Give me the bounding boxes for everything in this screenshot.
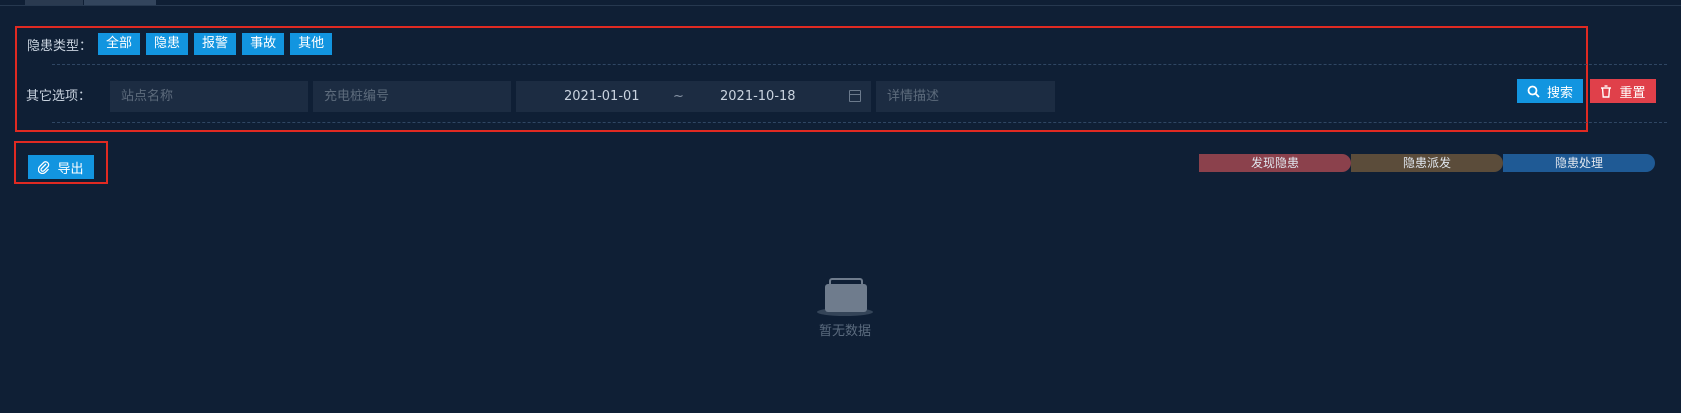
type-filter-row: 隐患类型： 全部 隐患 报警 事故 其他 [27,33,333,55]
date-separator: ~ [673,89,684,104]
paperclip-icon [38,160,50,174]
reset-button[interactable]: 重置 [1590,79,1656,103]
dashed-divider-top [52,64,1667,65]
search-icon [1527,85,1540,98]
empty-text: 暂无数据 [818,324,871,339]
type-button-other[interactable]: 其他 [290,33,333,55]
reset-button-label: 重置 [1619,85,1646,101]
trash-icon [1601,84,1612,98]
export-button-label: 导出 [57,161,84,177]
date-end[interactable]: 2021-10-18 [720,81,796,112]
filter-panel: 隐患类型： 全部 隐患 报警 事故 其他 [15,26,1588,132]
type-button-all[interactable]: 全部 [98,33,141,55]
legend-handle-hazard: 隐患处理 [1503,154,1655,172]
empty-state: 暂无数据 [805,270,885,339]
top-divider [0,5,1681,6]
search-button[interactable]: 搜索 [1517,79,1583,103]
empty-inbox-icon [813,270,877,316]
legend-found-hazard: 发现隐患 [1199,154,1351,172]
export-button[interactable]: 导出 [28,155,94,179]
other-options-label: 其它选项： [26,89,92,104]
type-button-hazard[interactable]: 隐患 [146,33,189,55]
type-button-accident[interactable]: 事故 [242,33,285,55]
date-range-picker[interactable]: 2021-01-01 ~ 2021-10-18 [516,81,871,112]
date-start[interactable]: 2021-01-01 [564,81,640,112]
description-input[interactable]: 详情描述 [876,81,1055,112]
charging-pile-number-input[interactable]: 充电桩编号 [313,81,511,112]
search-button-label: 搜索 [1546,85,1573,101]
type-label: 隐患类型： [27,38,93,54]
dashed-divider-bottom [52,122,1667,123]
export-highlight-box: 导出 [14,141,108,184]
type-button-alarm[interactable]: 报警 [194,33,237,55]
station-name-input[interactable]: 站点名称 [110,81,308,112]
calendar-icon[interactable] [849,90,861,102]
legend-dispatch-hazard: 隐患派发 [1351,154,1503,172]
